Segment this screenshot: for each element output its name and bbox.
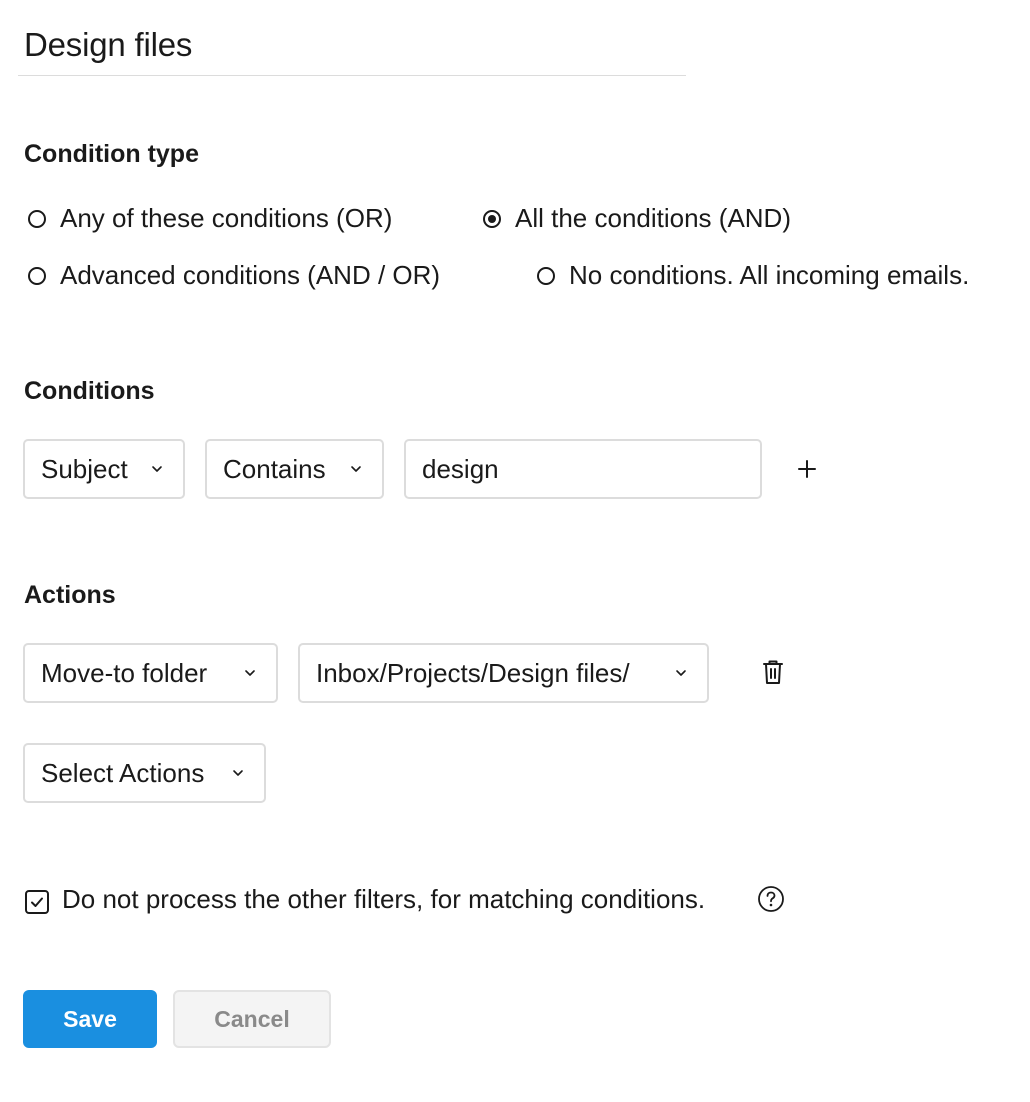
radio-unchecked-icon bbox=[537, 266, 555, 285]
chevron-down-icon bbox=[675, 667, 687, 679]
conditions-heading: Conditions bbox=[24, 377, 155, 405]
radio-all-conditions[interactable]: All the conditions (AND) bbox=[483, 203, 791, 234]
chevron-down-icon bbox=[232, 767, 244, 779]
question-circle-icon[interactable] bbox=[756, 884, 786, 914]
dropdown-value: Inbox/Projects/Design files/ bbox=[316, 657, 630, 688]
chevron-down-icon bbox=[244, 667, 256, 679]
stop-processing-checkbox[interactable] bbox=[25, 890, 49, 914]
chevron-down-icon bbox=[151, 463, 163, 475]
radio-label: All the conditions (AND) bbox=[515, 203, 791, 233]
condition-type-heading: Condition type bbox=[24, 140, 199, 168]
radio-checked-icon bbox=[483, 209, 501, 228]
radio-label: Advanced conditions (AND / OR) bbox=[60, 260, 441, 290]
dropdown-value: Select Actions bbox=[41, 757, 205, 788]
dropdown-value: Move-to folder bbox=[41, 657, 208, 688]
chevron-down-icon bbox=[350, 463, 362, 475]
filter-name-field[interactable]: Design files bbox=[18, 14, 686, 76]
condition-field-dropdown[interactable]: Subject bbox=[23, 439, 185, 499]
stop-processing-label: Do not process the other filters, for ma… bbox=[62, 884, 706, 914]
radio-unchecked-icon bbox=[28, 266, 46, 285]
action-folder-dropdown[interactable]: Inbox/Projects/Design files/ bbox=[298, 643, 709, 703]
condition-operator-dropdown[interactable]: Contains bbox=[205, 439, 384, 499]
trash-icon[interactable] bbox=[758, 656, 788, 688]
action-type-dropdown[interactable]: Move-to folder bbox=[23, 643, 278, 703]
dropdown-value: Subject bbox=[41, 453, 128, 484]
radio-label: Any of these conditions (OR) bbox=[60, 203, 393, 233]
radio-label: No conditions. All incoming emails. bbox=[569, 260, 970, 290]
filter-name-text: Design files bbox=[24, 26, 193, 63]
actions-heading: Actions bbox=[24, 581, 116, 609]
select-actions-dropdown[interactable]: Select Actions bbox=[23, 743, 266, 803]
radio-unchecked-icon bbox=[28, 209, 46, 228]
plus-icon[interactable] bbox=[794, 456, 820, 482]
radio-advanced-conditions[interactable]: Advanced conditions (AND / OR) bbox=[28, 260, 440, 291]
dropdown-value: Contains bbox=[223, 453, 326, 484]
radio-any-conditions[interactable]: Any of these conditions (OR) bbox=[28, 203, 392, 234]
save-button[interactable]: Save bbox=[23, 990, 157, 1048]
checkmark-icon bbox=[31, 897, 43, 907]
radio-no-conditions[interactable]: No conditions. All incoming emails. bbox=[537, 260, 969, 291]
condition-value-input[interactable] bbox=[404, 439, 762, 499]
cancel-button[interactable]: Cancel bbox=[173, 990, 331, 1048]
